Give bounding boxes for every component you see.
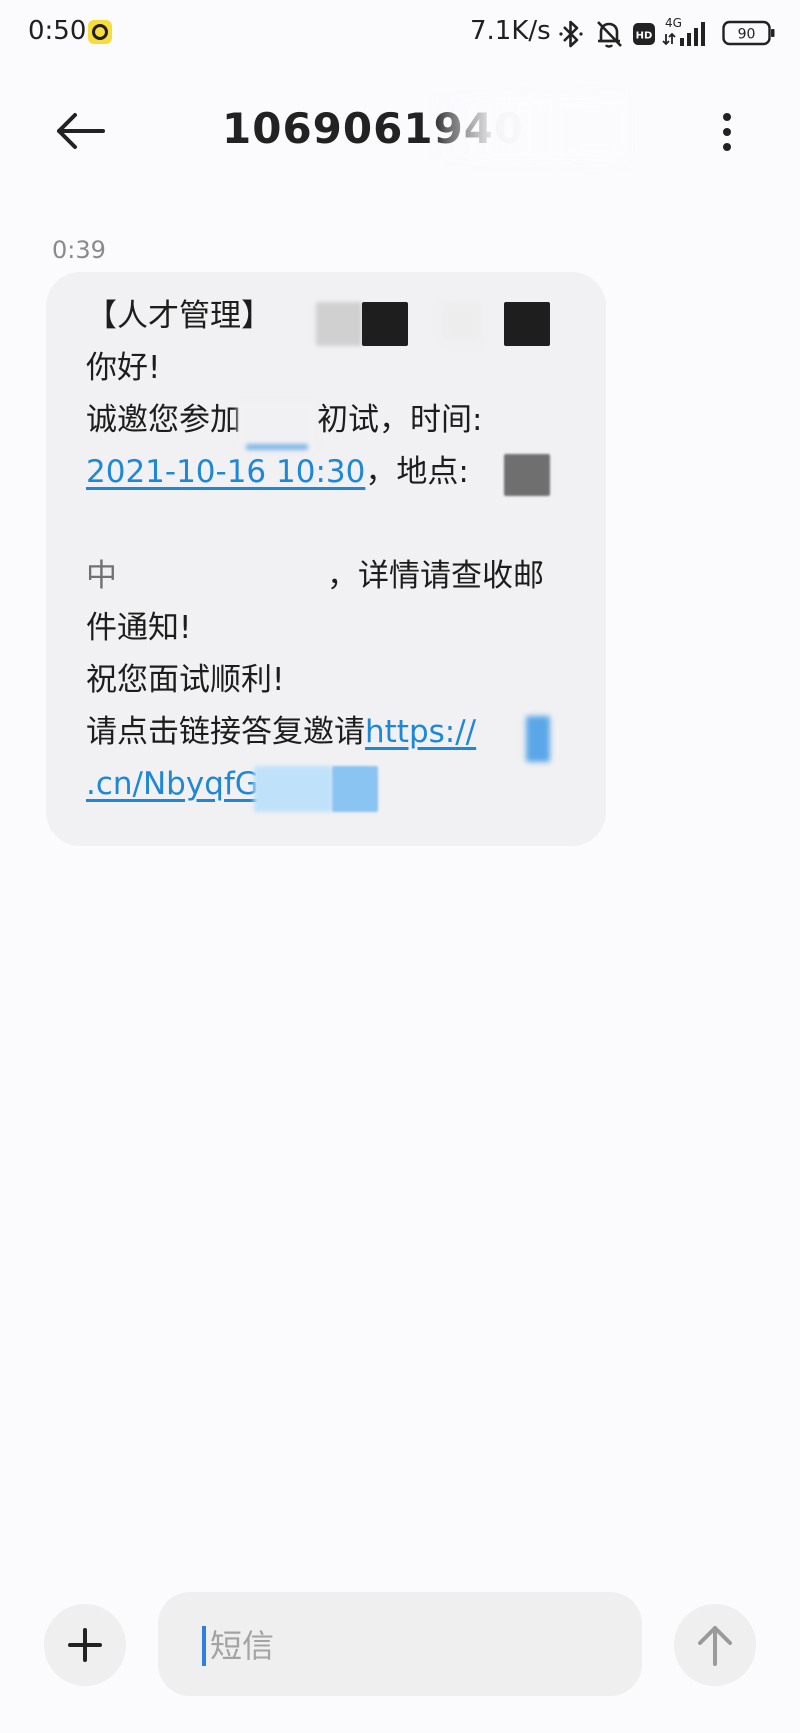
message-line: 【人才管理】 — [86, 296, 272, 336]
message-line: 中 ，详情请查收邮 — [86, 556, 544, 596]
interview-time-label: 初试，时间: — [317, 402, 483, 438]
good-luck-text: 祝您面试顺利! — [86, 662, 285, 698]
sms-input-placeholder: 短信 — [210, 1627, 275, 1665]
sender-tag: 【人才管理】 — [86, 298, 272, 334]
more-vertical-icon[interactable] — [712, 110, 742, 154]
redaction-block — [362, 302, 408, 346]
battery-icon: 90 — [722, 20, 775, 46]
bluetooth-icon — [559, 20, 583, 48]
redaction-block — [254, 766, 332, 812]
message-line: 2021-10-16 10:30，地点: — [86, 452, 469, 492]
sms-input[interactable]: 短信 — [158, 1592, 642, 1696]
message-line: 请点击链接答复邀请https:// — [86, 712, 476, 752]
signal-icon: 4G — [662, 16, 705, 46]
status-time: 0:50 — [28, 16, 87, 46]
reply-link-end[interactable]: .cn/NbyqfG — [86, 766, 259, 802]
message-bubble[interactable]: 【人才管理】 你好! 诚邀您参加 初试，时间: 2021-10-16 10:30，… — [46, 272, 606, 846]
text-cursor — [202, 1626, 206, 1666]
redaction-block — [504, 454, 550, 496]
message-line: 件通知! — [86, 608, 191, 648]
back-arrow-icon[interactable] — [50, 106, 110, 156]
conversation-header: 1069061940 — [0, 82, 800, 178]
check-email-text: ，详情请查收邮 — [327, 558, 544, 594]
reply-link-start[interactable]: https:// — [365, 714, 476, 750]
greeting-text: 你好! — [86, 350, 161, 386]
mute-bell-icon — [597, 21, 622, 48]
redaction-block — [504, 302, 550, 346]
redaction-block — [526, 716, 550, 762]
hd-icon: HD — [633, 23, 655, 45]
hd-badge-text: HD — [636, 31, 653, 42]
message-line: 你好! — [86, 348, 160, 388]
send-arrow-icon — [698, 1626, 732, 1666]
message-timestamp: 0:39 — [52, 236, 106, 264]
send-button[interactable] — [674, 1604, 756, 1686]
interview-date-link[interactable]: 2021-10-16 10:30 — [86, 454, 365, 490]
message-line: 祝您面试顺利! — [86, 660, 284, 700]
redaction-block — [246, 444, 308, 450]
redaction-block — [316, 302, 362, 346]
plus-icon — [68, 1628, 102, 1662]
redaction-block — [238, 402, 316, 450]
status-right-cluster: 7.1K/s HD 4G 90 — [470, 0, 800, 70]
network-type: 4G — [665, 16, 682, 30]
email-notice-text: 件通知! — [86, 610, 192, 646]
attach-button[interactable] — [44, 1604, 126, 1686]
notification-app-icon — [88, 20, 112, 44]
battery-level: 90 — [738, 27, 756, 43]
title-redaction — [438, 96, 628, 162]
location-label: ，地点: — [365, 454, 469, 490]
redaction-block — [442, 302, 482, 342]
invite-text: 诚邀您参加 — [86, 402, 241, 438]
location-fragment: 中 — [86, 558, 117, 594]
message-line: .cn/NbyqfG — [86, 764, 259, 804]
composer-bar: 短信 — [0, 1580, 800, 1710]
status-bar: 0:50 7.1K/s HD 4G 90 — [0, 0, 800, 70]
redaction-block — [332, 766, 378, 812]
sms-conversation-screen: 0:50 7.1K/s HD 4G 90 106906194 0:39 【人才管… — [0, 0, 800, 1733]
reply-instruction-text: 请点击链接答复邀请 — [86, 714, 365, 750]
net-speed: 7.1K/s — [470, 16, 551, 46]
